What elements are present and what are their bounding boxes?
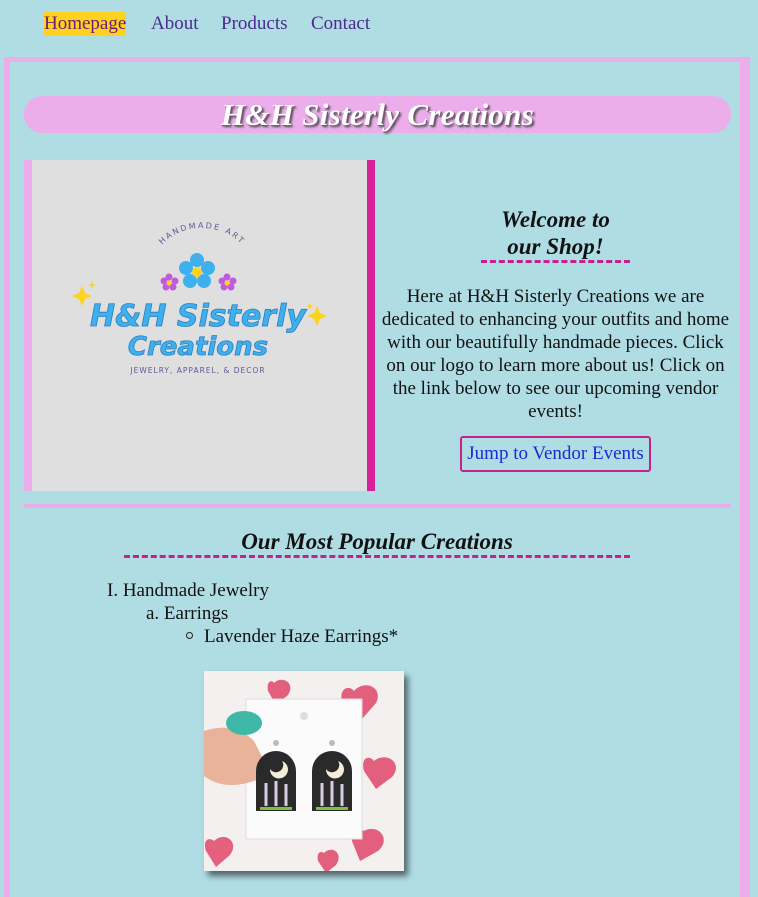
logo-tagline: JEWELRY, APPAREL, & DECOR [129,366,265,375]
logo-link[interactable]: HANDMADE ART H&H Sisterly Creations JEWE… [24,160,375,491]
frame-border-left [4,57,10,897]
welcome-title-line2: our Shop! [507,234,604,259]
nav-contact[interactable]: Contact [311,12,370,36]
earrings-image [204,671,404,871]
nav-homepage[interactable]: Homepage [44,12,127,36]
earrings-photo [204,671,404,871]
flower-icon [160,273,179,291]
list-item-lavender-haze: Lavender Haze Earrings* [204,626,399,647]
welcome-title: Welcome to our Shop! [481,206,630,263]
logo-line1: H&H Sisterly [90,299,307,334]
logo-top-text: HANDMADE ART [157,221,247,246]
brand-logo: HANDMADE ART H&H Sisterly Creations JEWE… [72,221,327,375]
welcome-section: Welcome to our Shop! Here at H&H Sisterl… [378,206,733,472]
frame-border-top [4,57,750,62]
site-title: H&H Sisterly Creations [220,97,535,132]
site-banner: H&H Sisterly Creations [24,96,731,133]
frame-border-right [740,57,750,897]
popular-title: Our Most Popular Creations [124,528,630,558]
logo-line2: Creations [128,332,268,362]
list-bullet [186,632,193,639]
list-item-jewelry: I. Handmade Jewelry [107,580,269,601]
nav-products[interactable]: Products [221,12,288,36]
welcome-title-line1: Welcome to [501,207,610,232]
welcome-text: Here at H&H Sisterly Creations we are de… [381,286,730,422]
vendor-events-button[interactable]: Jump to Vendor Events [460,436,651,472]
list-item-earrings: a. Earrings [146,603,229,624]
flower-icon [179,253,215,288]
section-divider [24,504,731,508]
nav-about[interactable]: About [151,12,199,36]
top-nav: Homepage About Products Contact [0,0,758,50]
flower-icon [218,273,237,291]
